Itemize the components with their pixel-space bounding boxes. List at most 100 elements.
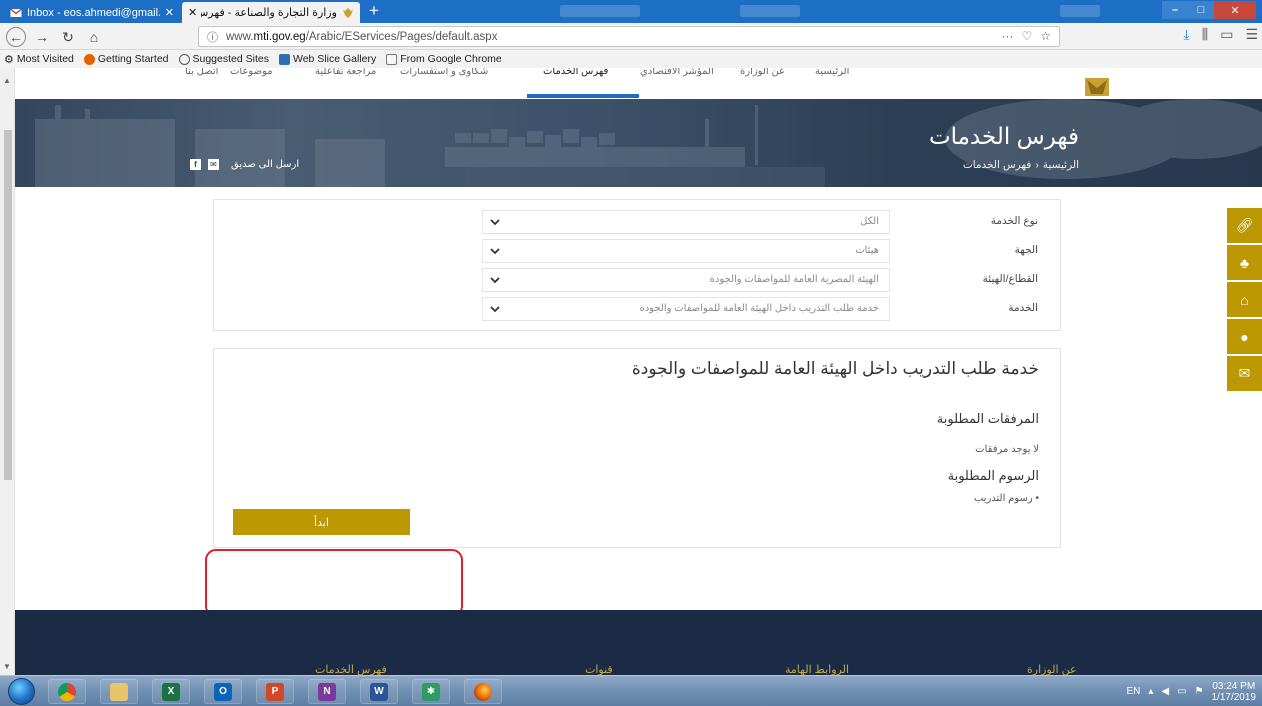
site-nav-item-complaints[interactable]: شكاوى و استفسارات <box>400 68 488 77</box>
chevron-down-icon <box>490 277 500 284</box>
sketch-app-icon: ✱ <box>422 682 440 701</box>
service-title: خدمة طلب التدريب داخل الهيئة العامة للمو… <box>631 359 1039 378</box>
select-value: الهيئة المصرية العامة للمواصفات والجودة <box>709 274 879 285</box>
start-button-icon[interactable] <box>8 678 35 705</box>
service-select[interactable]: خدمة طلب التدريب داخل الهيئة العامة للمو… <box>482 297 890 321</box>
browser-navbar: ← → ↻ ⌂ ⓘ www.mti.gov.eg/Arabic/EService… <box>0 23 1262 50</box>
bookmark-most-visited[interactable]: ⚙ Most Visited <box>4 53 74 66</box>
breadcrumb-home[interactable]: الرئيسية <box>1043 159 1079 171</box>
footer-item-channels[interactable]: قنوات <box>585 663 613 675</box>
site-nav-item-home[interactable]: الرئيسية <box>815 68 849 77</box>
gmail-icon <box>10 7 22 17</box>
info-icon[interactable]: ⓘ <box>207 29 218 45</box>
window-controls: – □ ✕ <box>1162 1 1256 19</box>
taskbar-chrome[interactable] <box>48 679 86 704</box>
footer-item-about[interactable]: عن الوزارة <box>1027 663 1077 675</box>
word-icon: W <box>370 682 388 701</box>
outlook-icon: O <box>214 682 232 701</box>
bookmark-web-slice[interactable]: Web Slice Gallery <box>278 53 376 65</box>
tree-icon[interactable]: ♣ <box>1227 245 1262 280</box>
scroll-down-icon[interactable]: ▼ <box>3 662 11 671</box>
taskbar-explorer[interactable] <box>100 679 138 704</box>
tray-expand-icon[interactable]: ▴ <box>1148 686 1153 697</box>
tab-inbox-title: Inbox - eos.ahmedi@gmail.co <box>27 6 161 19</box>
select-value: خدمة طلب التدريب داخل الهيئة العامة للمو… <box>639 303 879 314</box>
site-nav-item-indicator[interactable]: المؤشر الاقتصادي <box>640 68 714 77</box>
service-type-select[interactable]: الكل <box>482 210 890 234</box>
taskbar-firefox[interactable] <box>464 679 502 704</box>
vertical-scrollbar[interactable]: ▲ ▼ <box>0 68 15 675</box>
tab-mti[interactable]: ✕ وزارة التجارة والصناعة - فهرس الخ <box>182 2 360 23</box>
page-actions-icon[interactable]: ··· <box>1001 29 1013 43</box>
web-slice-icon <box>278 53 290 65</box>
reload-icon[interactable]: ↻ <box>58 27 78 47</box>
bookmark-label: From Google Chrome <box>400 53 502 65</box>
email-share-icon[interactable]: ✉ <box>208 159 219 170</box>
address-bar[interactable]: ⓘ www.mti.gov.eg/Arabic/EServices/Pages/… <box>198 26 1060 47</box>
breadcrumb: الرئيسية ‹ فهرس الخدمات <box>963 159 1079 171</box>
forward-icon[interactable]: → <box>32 27 52 47</box>
pocket-icon[interactable]: ♡ <box>1021 29 1032 43</box>
library-icon[interactable]: ⫼ <box>1202 26 1208 43</box>
sector-select[interactable]: الهيئة المصرية العامة للمواصفات والجودة <box>482 268 890 292</box>
powerpoint-icon: P <box>266 682 284 701</box>
comment-icon[interactable]: ● <box>1227 319 1262 354</box>
minimize-icon[interactable]: – <box>1162 1 1188 19</box>
close-icon[interactable]: ✕ <box>165 6 174 19</box>
site-nav-item-contact[interactable]: اتصل بنا <box>185 68 218 77</box>
link-icon[interactable]: 🔗︎ <box>1227 208 1262 243</box>
scrollbar-thumb[interactable] <box>4 130 12 480</box>
entity-select[interactable]: هيئات <box>482 239 890 263</box>
facebook-icon[interactable]: f <box>190 159 201 170</box>
footer-item-links[interactable]: الروابط الهامة <box>785 663 849 675</box>
bookmark-from-chrome[interactable]: From Google Chrome <box>386 53 502 65</box>
back-icon[interactable]: ← <box>6 27 26 47</box>
select-value: هيئات <box>855 245 879 256</box>
folder-icon <box>110 682 128 701</box>
taskbar-excel[interactable]: X <box>152 679 190 704</box>
footer-item-services[interactable]: فهرس الخدمات <box>315 663 387 675</box>
chevron-down-icon <box>490 306 500 313</box>
site-nav-item-topics[interactable]: موضوعات <box>230 68 273 77</box>
attachments-text: لا يوجد مرفقات <box>975 444 1039 455</box>
close-icon[interactable]: ✕ <box>188 6 197 19</box>
envelope-icon[interactable]: ✉ <box>1227 356 1262 391</box>
taskbar-outlook[interactable]: O <box>204 679 242 704</box>
send-to-friend-link[interactable]: ارسل الى صديق <box>231 159 299 170</box>
bookmark-label: Getting Started <box>97 53 169 65</box>
annotation-highlight <box>205 549 463 617</box>
bookmark-star-icon[interactable]: ☆ <box>1040 29 1051 43</box>
action-center-flag-icon[interactable]: ⚑ <box>1195 686 1204 697</box>
network-icon[interactable]: ▭ <box>1177 686 1186 697</box>
title-bar-ghost <box>560 5 640 17</box>
site-nav-item-about[interactable]: عن الوزارة <box>740 68 785 77</box>
folder-icon <box>386 53 398 65</box>
language-indicator[interactable]: EN <box>1126 686 1140 697</box>
scroll-up-icon[interactable]: ▲ <box>3 76 11 85</box>
tab-inbox[interactable]: Inbox - eos.ahmedi@gmail.co ✕ <box>4 2 180 23</box>
windows-taskbar: X O P N W ✱ EN ▴ ◀ ▭ ⚑ 03:24 PM 1/17/201… <box>0 675 1262 706</box>
taskbar-powerpoint[interactable]: P <box>256 679 294 704</box>
download-icon[interactable]: ⤓ <box>1184 26 1190 43</box>
site-nav-item-review[interactable]: مراجعة تفاعلية <box>315 68 376 77</box>
taskbar-sketch[interactable]: ✱ <box>412 679 450 704</box>
volume-icon[interactable]: ◀ <box>1161 686 1169 697</box>
maximize-icon[interactable]: □ <box>1188 1 1214 19</box>
clock[interactable]: 03:24 PM 1/17/2019 <box>1212 681 1257 703</box>
site-nav-item-services[interactable]: فهرس الخدمات <box>543 68 608 77</box>
ie-icon <box>178 53 190 65</box>
home-icon[interactable]: ⌂ <box>84 27 104 47</box>
chevron-down-icon <box>490 219 500 226</box>
eagle-logo-icon[interactable] <box>1083 68 1111 98</box>
start-button[interactable]: ابدأ <box>233 509 410 535</box>
new-tab-button[interactable]: + <box>364 1 384 21</box>
taskbar-word[interactable]: W <box>360 679 398 704</box>
menu-icon[interactable]: ☰ <box>1245 26 1258 43</box>
taskbar-onenote[interactable]: N <box>308 679 346 704</box>
close-window-icon[interactable]: ✕ <box>1214 1 1256 19</box>
bookmark-suggested-sites[interactable]: Suggested Sites <box>178 53 269 65</box>
bookmark-getting-started[interactable]: Getting Started <box>83 53 169 65</box>
sidebar-icon[interactable]: ▭ <box>1220 26 1233 43</box>
filter-label-entity: الجهة <box>1014 244 1038 256</box>
building-icon[interactable]: ⌂ <box>1227 282 1262 317</box>
